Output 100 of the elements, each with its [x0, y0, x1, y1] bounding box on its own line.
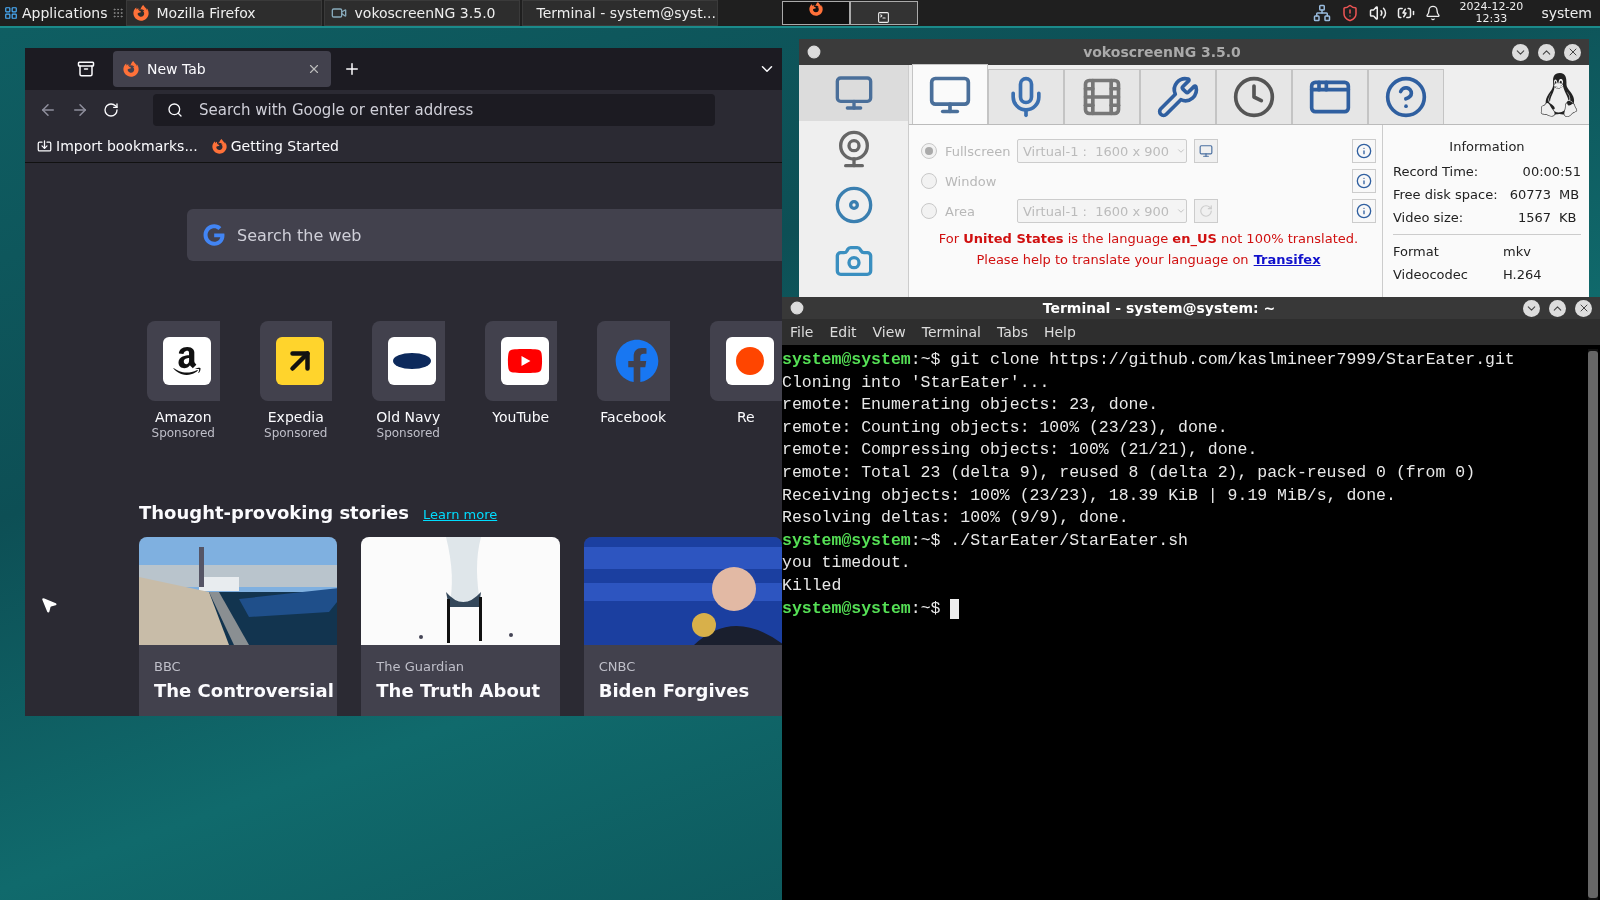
bookmark[interactable]: Getting Started	[211, 138, 339, 154]
shortcut-tile[interactable]	[372, 321, 445, 401]
applications-menu[interactable]: Applications	[0, 0, 112, 26]
sponsored-label: Sponsored	[264, 426, 328, 440]
amazon-logo	[163, 337, 211, 385]
shortcut-label: Facebook	[600, 409, 667, 425]
help-icon	[1384, 75, 1428, 119]
reload-icon[interactable]	[103, 102, 119, 118]
clock[interactable]: 2024-12-20 12:33	[1451, 1, 1532, 25]
story-card[interactable]: CNBC Biden Forgives	[583, 537, 782, 716]
tab[interactable]	[988, 69, 1064, 124]
menu-item[interactable]: Help	[1037, 324, 1082, 340]
workspace-thumbnail[interactable]	[781, 1, 850, 25]
terminal-line: remote: Total 23 (delta 9), reused 8 (delta 2), pack-reused 0 (from 0)	[782, 461, 1476, 484]
taskbar-button[interactable]: Terminal - system@syst...	[521, 0, 718, 26]
forward-icon[interactable]	[71, 101, 89, 119]
info-button[interactable]	[1352, 199, 1376, 223]
mouse-pointer-icon	[40, 596, 58, 614]
menu-item[interactable]: Edit	[823, 324, 863, 340]
search-icon	[167, 102, 183, 118]
back-icon[interactable]	[39, 101, 57, 119]
search-field[interactable]: Search the web	[187, 209, 782, 261]
terminal-line: Receiving objects: 100% (23/23), 18.39 KiB | 9.19 MiB/s, done.	[782, 484, 1396, 507]
tab[interactable]	[1292, 69, 1368, 124]
shortcut-label: Re	[736, 409, 755, 425]
shortcut-label: YouTube	[492, 409, 550, 425]
tab[interactable]	[1368, 69, 1444, 124]
minimize-button[interactable]	[1523, 299, 1540, 317]
menu-item[interactable]: File	[784, 324, 820, 340]
story-card[interactable]: BBC The Controversial	[139, 537, 338, 716]
close-button[interactable]	[1564, 43, 1581, 61]
menu-item[interactable]: Tabs	[990, 324, 1034, 340]
sponsored-label: Sponsored	[376, 426, 440, 440]
info-button[interactable]	[1352, 139, 1376, 163]
info-value: H.264	[1503, 267, 1542, 282]
terminal-line: system@system:~$ ./StarEater/StarEater.sh	[782, 529, 1188, 552]
shortcut-label: Amazon	[154, 409, 212, 425]
bookmark[interactable]: Import bookmarks...	[37, 138, 198, 154]
tab[interactable]	[1140, 69, 1216, 124]
shortcut-tile[interactable]	[259, 321, 332, 401]
story-card[interactable]: The Guardian The Truth About	[361, 537, 560, 716]
info-value: 1567	[1517, 210, 1551, 225]
close-button[interactable]	[1575, 299, 1592, 317]
learn-more-link[interactable]: Learn more	[423, 507, 498, 522]
shield-icon[interactable]	[1341, 4, 1360, 22]
grid-icon	[4, 6, 18, 20]
story-source: CNBC	[598, 659, 637, 674]
terminal-line: system@system:~$	[782, 597, 941, 620]
info-label: Video size:	[1393, 210, 1465, 225]
window-title: vokoscreenNG 3.5.0	[1082, 44, 1242, 60]
menu-item[interactable]: View	[866, 324, 912, 340]
shortcut-tile[interactable]	[709, 321, 782, 401]
scrollbar[interactable]	[1588, 349, 1598, 900]
shortcut-tile[interactable]	[597, 321, 670, 401]
volume-icon[interactable]	[1369, 4, 1388, 22]
shortcut-tile[interactable]	[147, 321, 220, 401]
arrow-logo	[275, 337, 324, 385]
radio-label: Area	[945, 203, 976, 219]
sidebar-item[interactable]	[799, 65, 908, 121]
terminal-icon	[877, 11, 891, 24]
youtube-logo	[500, 337, 549, 385]
info-value: 60773	[1509, 187, 1551, 202]
info-icon	[1356, 203, 1372, 219]
wrench-icon	[1156, 75, 1200, 119]
radio-label: Fullscreen	[945, 143, 1012, 159]
close-icon[interactable]	[307, 62, 321, 76]
user-name[interactable]: system	[1541, 5, 1592, 21]
round-logo	[725, 337, 774, 385]
info-icon	[1356, 143, 1372, 159]
rotate-icon	[1199, 204, 1213, 218]
story-headline: Biden Forgives	[598, 680, 751, 701]
tab-title: New Tab	[147, 61, 207, 77]
info-button[interactable]	[1352, 169, 1376, 193]
shortcut-tile[interactable]	[484, 321, 557, 401]
terminal-line: Killed	[782, 574, 842, 597]
window-menu-icon[interactable]	[790, 301, 804, 315]
browser-tab[interactable]: New Tab	[113, 51, 331, 87]
info-label: Record Time:	[1393, 164, 1480, 179]
minimize-button[interactable]	[1512, 43, 1529, 61]
monitor-icon	[1199, 144, 1213, 158]
tab[interactable]	[912, 64, 988, 124]
google-icon	[203, 224, 225, 246]
import-icon	[37, 138, 52, 154]
network-icon[interactable]	[1313, 4, 1332, 22]
maximize-button[interactable]	[1538, 43, 1555, 61]
tab[interactable]	[1064, 69, 1140, 124]
firefox-icon	[211, 138, 227, 154]
taskbar-button[interactable]: vokoscreenNG 3.5.0	[323, 0, 520, 26]
terminal-line: system@system:~$ git clone https://github.com/kaslmineer7999/StarEater.git	[782, 349, 1515, 371]
address-field[interactable]: Search with Google or enter address	[153, 94, 715, 126]
window-menu-icon[interactable]	[807, 45, 821, 59]
taskbar-button[interactable]: Mozilla Firefox	[125, 0, 322, 26]
tab[interactable]	[1216, 69, 1292, 124]
menu-item[interactable]: Terminal	[915, 324, 987, 340]
maximize-button[interactable]	[1549, 299, 1566, 317]
screen-button[interactable]	[1194, 139, 1218, 163]
transifex-link[interactable]: Transifex	[1253, 252, 1321, 267]
bell-icon[interactable]	[1425, 5, 1442, 21]
translation-help-text: Please help to translate your language on	[976, 252, 1249, 267]
workspace-thumbnail[interactable]	[849, 1, 918, 25]
